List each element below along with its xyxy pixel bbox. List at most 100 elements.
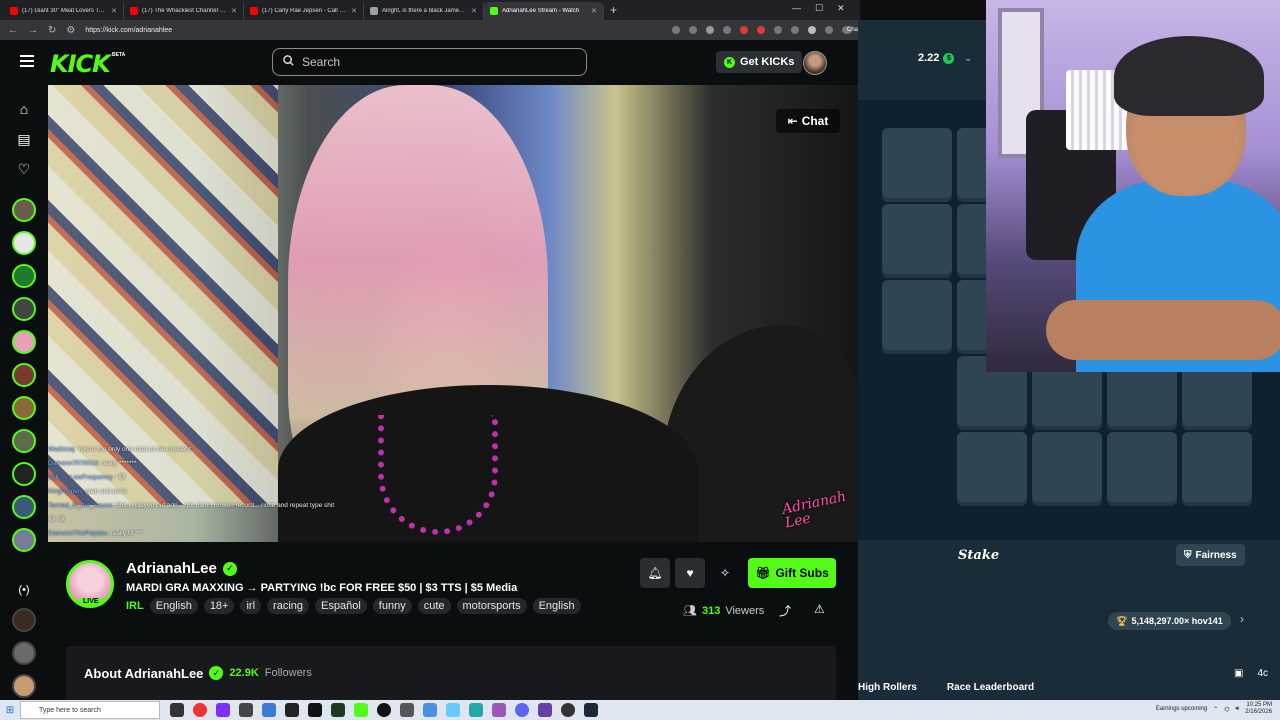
recommended-channel-avatar[interactable] xyxy=(12,608,36,632)
extension-icon[interactable] xyxy=(689,26,697,34)
app-icon[interactable] xyxy=(446,703,460,717)
chat-toggle-button[interactable]: ⇤ Chat xyxy=(776,109,840,133)
forward-icon[interactable]: → xyxy=(28,25,38,36)
browser-tab[interactable]: (17) Giant 30" Meat Lovers Team P ✕ xyxy=(4,2,124,20)
chat-extension-button[interactable]: Chat xyxy=(842,26,860,34)
tab-close-icon[interactable]: ✕ xyxy=(591,7,597,15)
game-tile[interactable] xyxy=(882,204,952,274)
extension-icon[interactable] xyxy=(791,26,799,34)
app-icon[interactable] xyxy=(492,703,506,717)
video-player[interactable]: ⇤ Chat Wadizzaj: You're the only one mad… xyxy=(48,85,858,542)
casino-icon[interactable]: ▣ xyxy=(1234,668,1243,679)
share-icon[interactable]: ⤴ xyxy=(779,602,791,619)
app-icon[interactable] xyxy=(515,703,529,717)
followed-channel-avatar[interactable] xyxy=(12,297,36,321)
browser-tab[interactable]: (17) The Whackiest Channel on Yo ✕ xyxy=(124,2,244,20)
app-icon[interactable] xyxy=(331,703,345,717)
hamburger-menu-icon[interactable] xyxy=(20,55,34,70)
chrome-icon[interactable] xyxy=(193,703,207,717)
reload-icon[interactable]: ↻ xyxy=(48,25,56,36)
app-icon[interactable] xyxy=(584,703,598,717)
gift-subs-button[interactable]: 🎁︎ Gift Subs xyxy=(748,558,836,588)
stream-tag[interactable]: English xyxy=(532,598,581,614)
taskbar-search-input[interactable]: Type here to search xyxy=(20,701,160,719)
followed-channel-avatar[interactable] xyxy=(12,528,36,552)
extension-icon[interactable] xyxy=(740,26,748,34)
stream-tag[interactable]: funny xyxy=(372,598,412,614)
tab-close-icon[interactable]: ✕ xyxy=(351,7,357,15)
maximize-icon[interactable]: ☐ xyxy=(815,3,823,14)
tab-close-icon[interactable]: ✕ xyxy=(111,7,117,15)
game-tile[interactable] xyxy=(882,128,952,198)
stake-tab[interactable]: Race Leaderboard xyxy=(947,682,1034,693)
recommended-channel-avatar[interactable] xyxy=(12,674,36,698)
stream-tag[interactable]: cute xyxy=(417,598,451,614)
clock[interactable]: 10:25 PM 2/16/2026 xyxy=(1245,702,1272,716)
extension-icon[interactable] xyxy=(757,26,765,34)
followed-channel-avatar[interactable] xyxy=(12,495,36,519)
followed-channel-avatar[interactable] xyxy=(12,330,36,354)
network-icon[interactable]: ⌬ xyxy=(1224,706,1229,713)
stake-tab[interactable]: High Rollers xyxy=(858,682,917,693)
follow-button[interactable]: ♥ xyxy=(675,558,705,588)
game-tile[interactable] xyxy=(1032,432,1102,502)
app-icon[interactable] xyxy=(262,703,276,717)
extension-icon[interactable] xyxy=(672,26,680,34)
volume-icon[interactable]: 🔊︎ xyxy=(1236,706,1240,713)
minimize-icon[interactable]: — xyxy=(792,3,801,14)
app-icon[interactable] xyxy=(216,703,230,717)
url-field[interactable]: https://kick.com/adrianahlee xyxy=(85,23,625,37)
app-icon[interactable] xyxy=(423,703,437,717)
new-tab-icon[interactable]: + xyxy=(610,3,617,17)
streamer-name[interactable]: AdrianahLee xyxy=(126,560,217,577)
back-icon[interactable]: ← xyxy=(8,25,18,36)
app-icon[interactable] xyxy=(308,703,322,717)
recommended-channel-avatar[interactable] xyxy=(12,641,36,665)
tab-close-icon[interactable]: ✕ xyxy=(231,7,237,15)
followed-channel-avatar[interactable] xyxy=(12,231,36,255)
browse-icon[interactable]: ▤ xyxy=(16,131,32,147)
app-icon[interactable] xyxy=(538,703,552,717)
tray-chevron-icon[interactable]: ⌃ xyxy=(1213,706,1218,713)
tab-close-icon[interactable]: ✕ xyxy=(471,7,477,15)
app-icon[interactable] xyxy=(400,703,414,717)
category-link[interactable]: IRL xyxy=(126,600,144,612)
notification-text[interactable]: Earnings upcoming xyxy=(1156,706,1207,712)
windows-start-icon[interactable]: ⊞ xyxy=(0,700,20,720)
recommended-icon[interactable]: (•) xyxy=(16,582,32,598)
kick-logo[interactable]: KICK xyxy=(50,50,111,78)
extension-icon[interactable] xyxy=(723,26,731,34)
big-win-badge[interactable]: 🏆︎ 5,148,297.00× hov141 xyxy=(1108,612,1231,630)
close-icon[interactable]: ✕ xyxy=(837,3,845,14)
game-tile[interactable] xyxy=(882,280,952,350)
app-icon[interactable] xyxy=(561,703,575,717)
fairness-button[interactable]: ⛨ Fairness xyxy=(1176,544,1245,566)
home-icon[interactable]: ⌂ xyxy=(16,101,32,117)
browser-tab[interactable]: (17) Carly Rae Jepsen - Call Me M ✕ xyxy=(244,2,364,20)
stream-tag[interactable]: 18+ xyxy=(203,598,235,614)
report-icon[interactable]: ⚠ xyxy=(814,602,825,616)
menu-icon[interactable] xyxy=(825,26,833,34)
followed-channel-avatar[interactable] xyxy=(12,396,36,420)
followed-channel-avatar[interactable] xyxy=(12,462,36,486)
profile-icon[interactable] xyxy=(808,26,816,34)
browser-tab[interactable]: AdrianahLee Stream - Watch ✕ xyxy=(484,2,604,20)
followed-channel-avatar[interactable] xyxy=(12,363,36,387)
clip-button[interactable]: ✧ xyxy=(710,558,740,588)
user-avatar[interactable] xyxy=(803,51,827,75)
game-tile[interactable] xyxy=(1107,432,1177,502)
stream-tag[interactable]: motorsports xyxy=(456,598,527,614)
stream-tag[interactable]: irl xyxy=(240,598,262,614)
browser-tab[interactable]: Alright, is there a black James Bon ✕ xyxy=(364,2,484,20)
followed-channel-avatar[interactable] xyxy=(12,264,36,288)
game-tile[interactable] xyxy=(1182,432,1252,502)
followed-channel-avatar[interactable] xyxy=(12,198,36,222)
stream-tag[interactable]: Español xyxy=(315,598,367,614)
search-input[interactable]: Search xyxy=(272,48,587,76)
balance-selector[interactable]: 2.22 $ ⌄ xyxy=(918,52,972,64)
app-icon[interactable] xyxy=(239,703,253,717)
app-icon[interactable] xyxy=(469,703,483,717)
stream-tag[interactable]: English xyxy=(149,598,198,614)
star-icon[interactable] xyxy=(706,26,714,34)
app-icon[interactable] xyxy=(285,703,299,717)
